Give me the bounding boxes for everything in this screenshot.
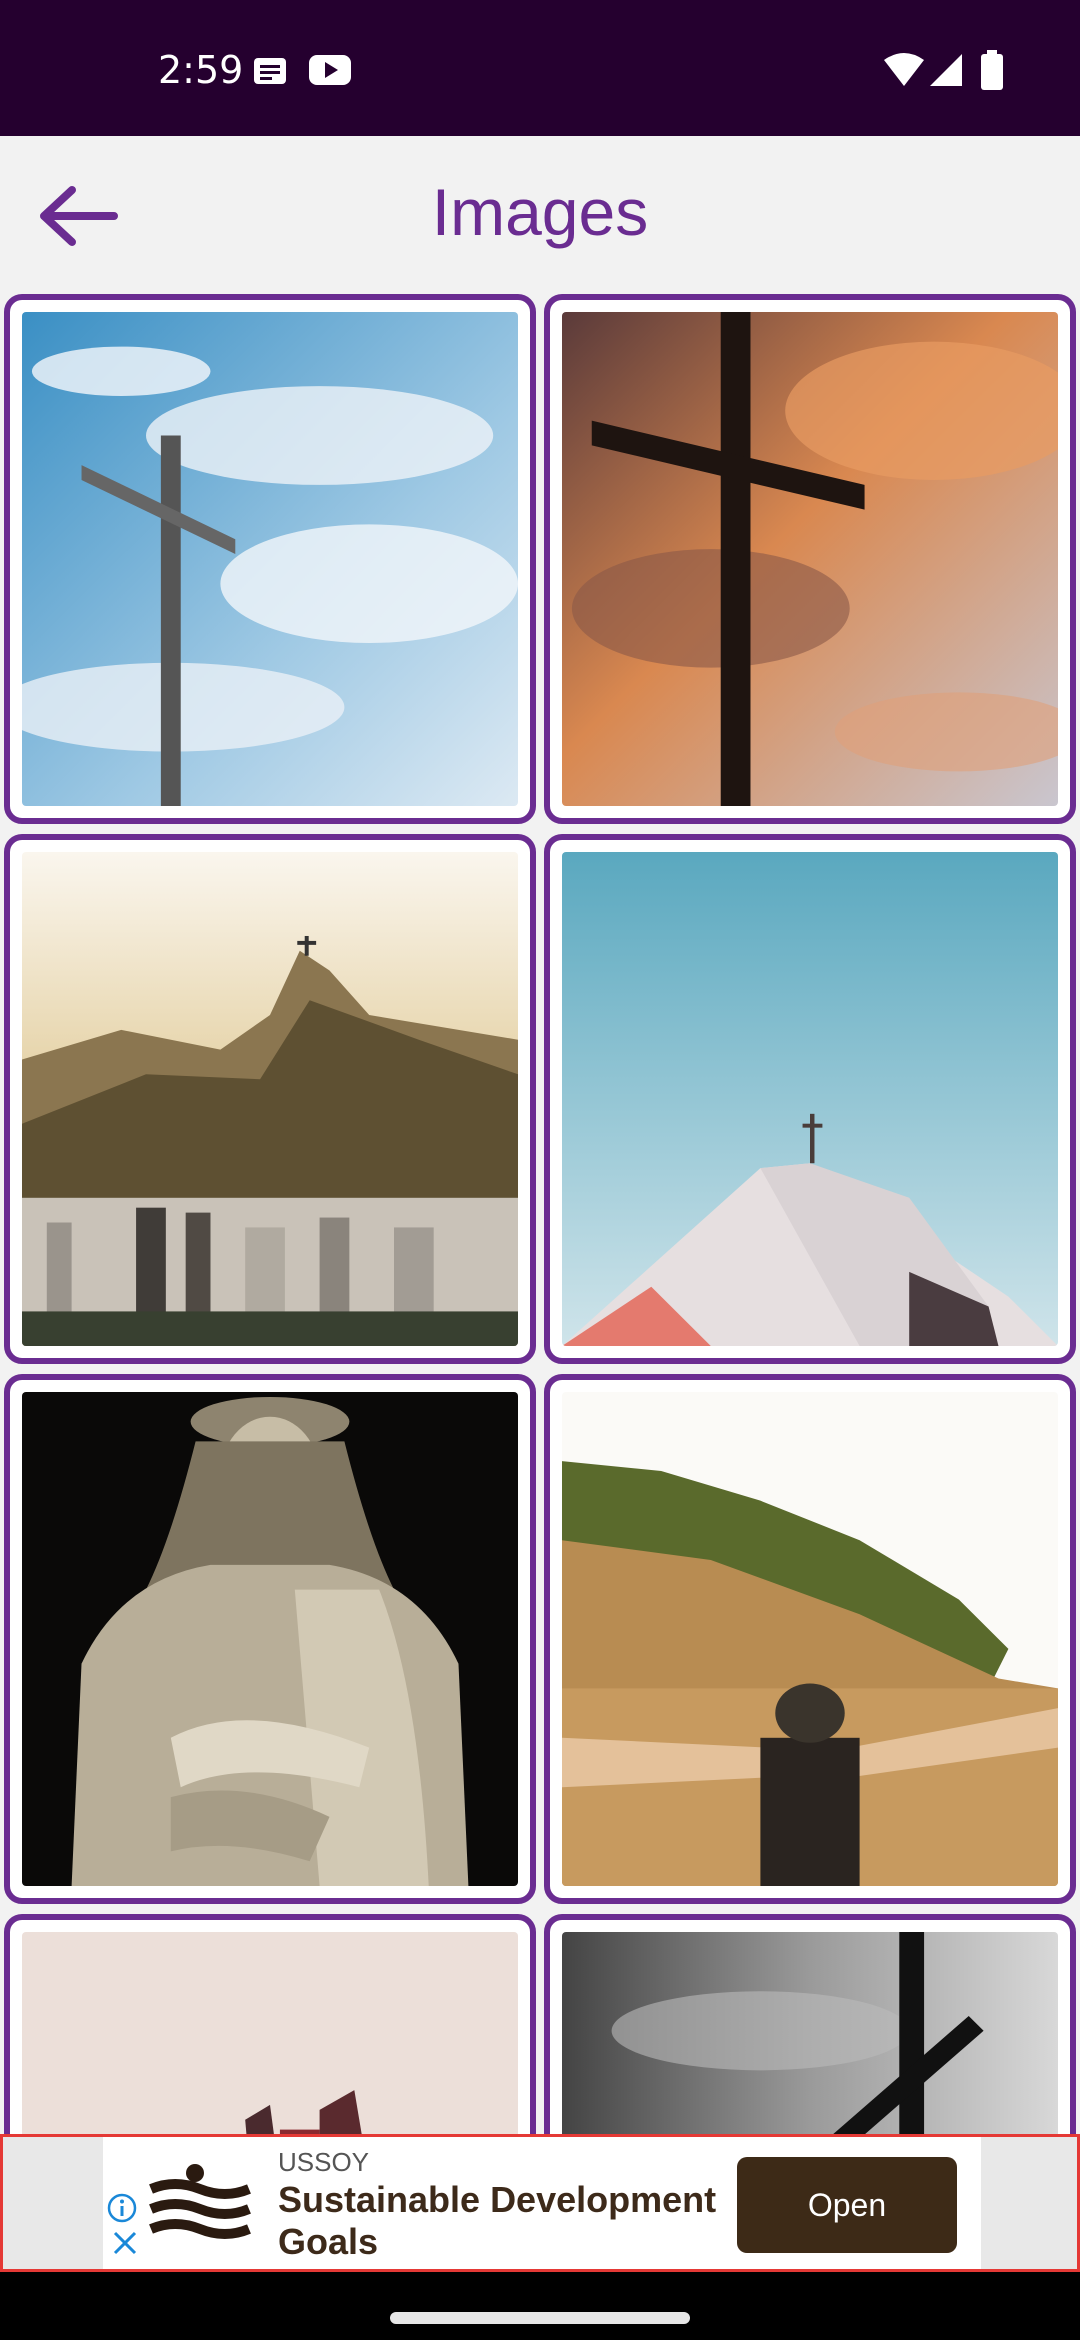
wifi-icon <box>884 53 924 86</box>
notification-icon <box>254 58 286 84</box>
navigation-bar <box>0 2272 1080 2340</box>
image-tile[interactable] <box>544 834 1076 1364</box>
status-bar: 2:59 <box>0 0 1080 136</box>
image-tile[interactable] <box>544 1374 1076 1904</box>
page-title: Images <box>431 175 649 249</box>
youtube-icon <box>309 55 351 85</box>
battery-icon <box>981 50 1003 90</box>
image-red-structure <box>22 1932 518 2134</box>
ad-headline: Sustainable Development Goals <box>278 2179 717 2262</box>
image-christ-redeemer <box>22 852 518 1346</box>
ad-content[interactable]: USSOY Sustainable Development Goals Open <box>103 2137 981 2269</box>
image-tile[interactable] <box>544 1914 1076 2134</box>
image-tile[interactable] <box>4 1374 536 1904</box>
app-bar: Images <box>0 136 1080 294</box>
status-time: 2:59 <box>158 48 244 92</box>
ad-banner[interactable]: USSOY Sustainable Development Goals Open <box>0 2134 1080 2272</box>
ad-open-button[interactable]: Open <box>737 2157 957 2253</box>
image-man-field <box>562 1392 1058 1886</box>
image-church-roof <box>562 852 1058 1346</box>
image-cross-bw <box>562 1932 1058 2134</box>
image-tile[interactable] <box>544 294 1076 824</box>
ad-advertiser: USSOY <box>278 2147 370 2177</box>
image-cross-blue-sky <box>22 312 518 806</box>
image-grid <box>0 294 1080 2134</box>
image-tile[interactable] <box>4 294 536 824</box>
ussoy-logo-icon <box>149 2164 251 2239</box>
ad-info-icon[interactable] <box>107 2193 137 2223</box>
image-cross-sunset <box>562 312 1058 806</box>
image-tile[interactable] <box>4 1914 536 2134</box>
signal-icon <box>930 54 962 86</box>
home-gesture-handle[interactable] <box>390 2312 690 2324</box>
image-tile[interactable] <box>4 834 536 1364</box>
ad-close-icon[interactable] <box>111 2229 139 2257</box>
image-jesus-statue <box>22 1392 518 1886</box>
